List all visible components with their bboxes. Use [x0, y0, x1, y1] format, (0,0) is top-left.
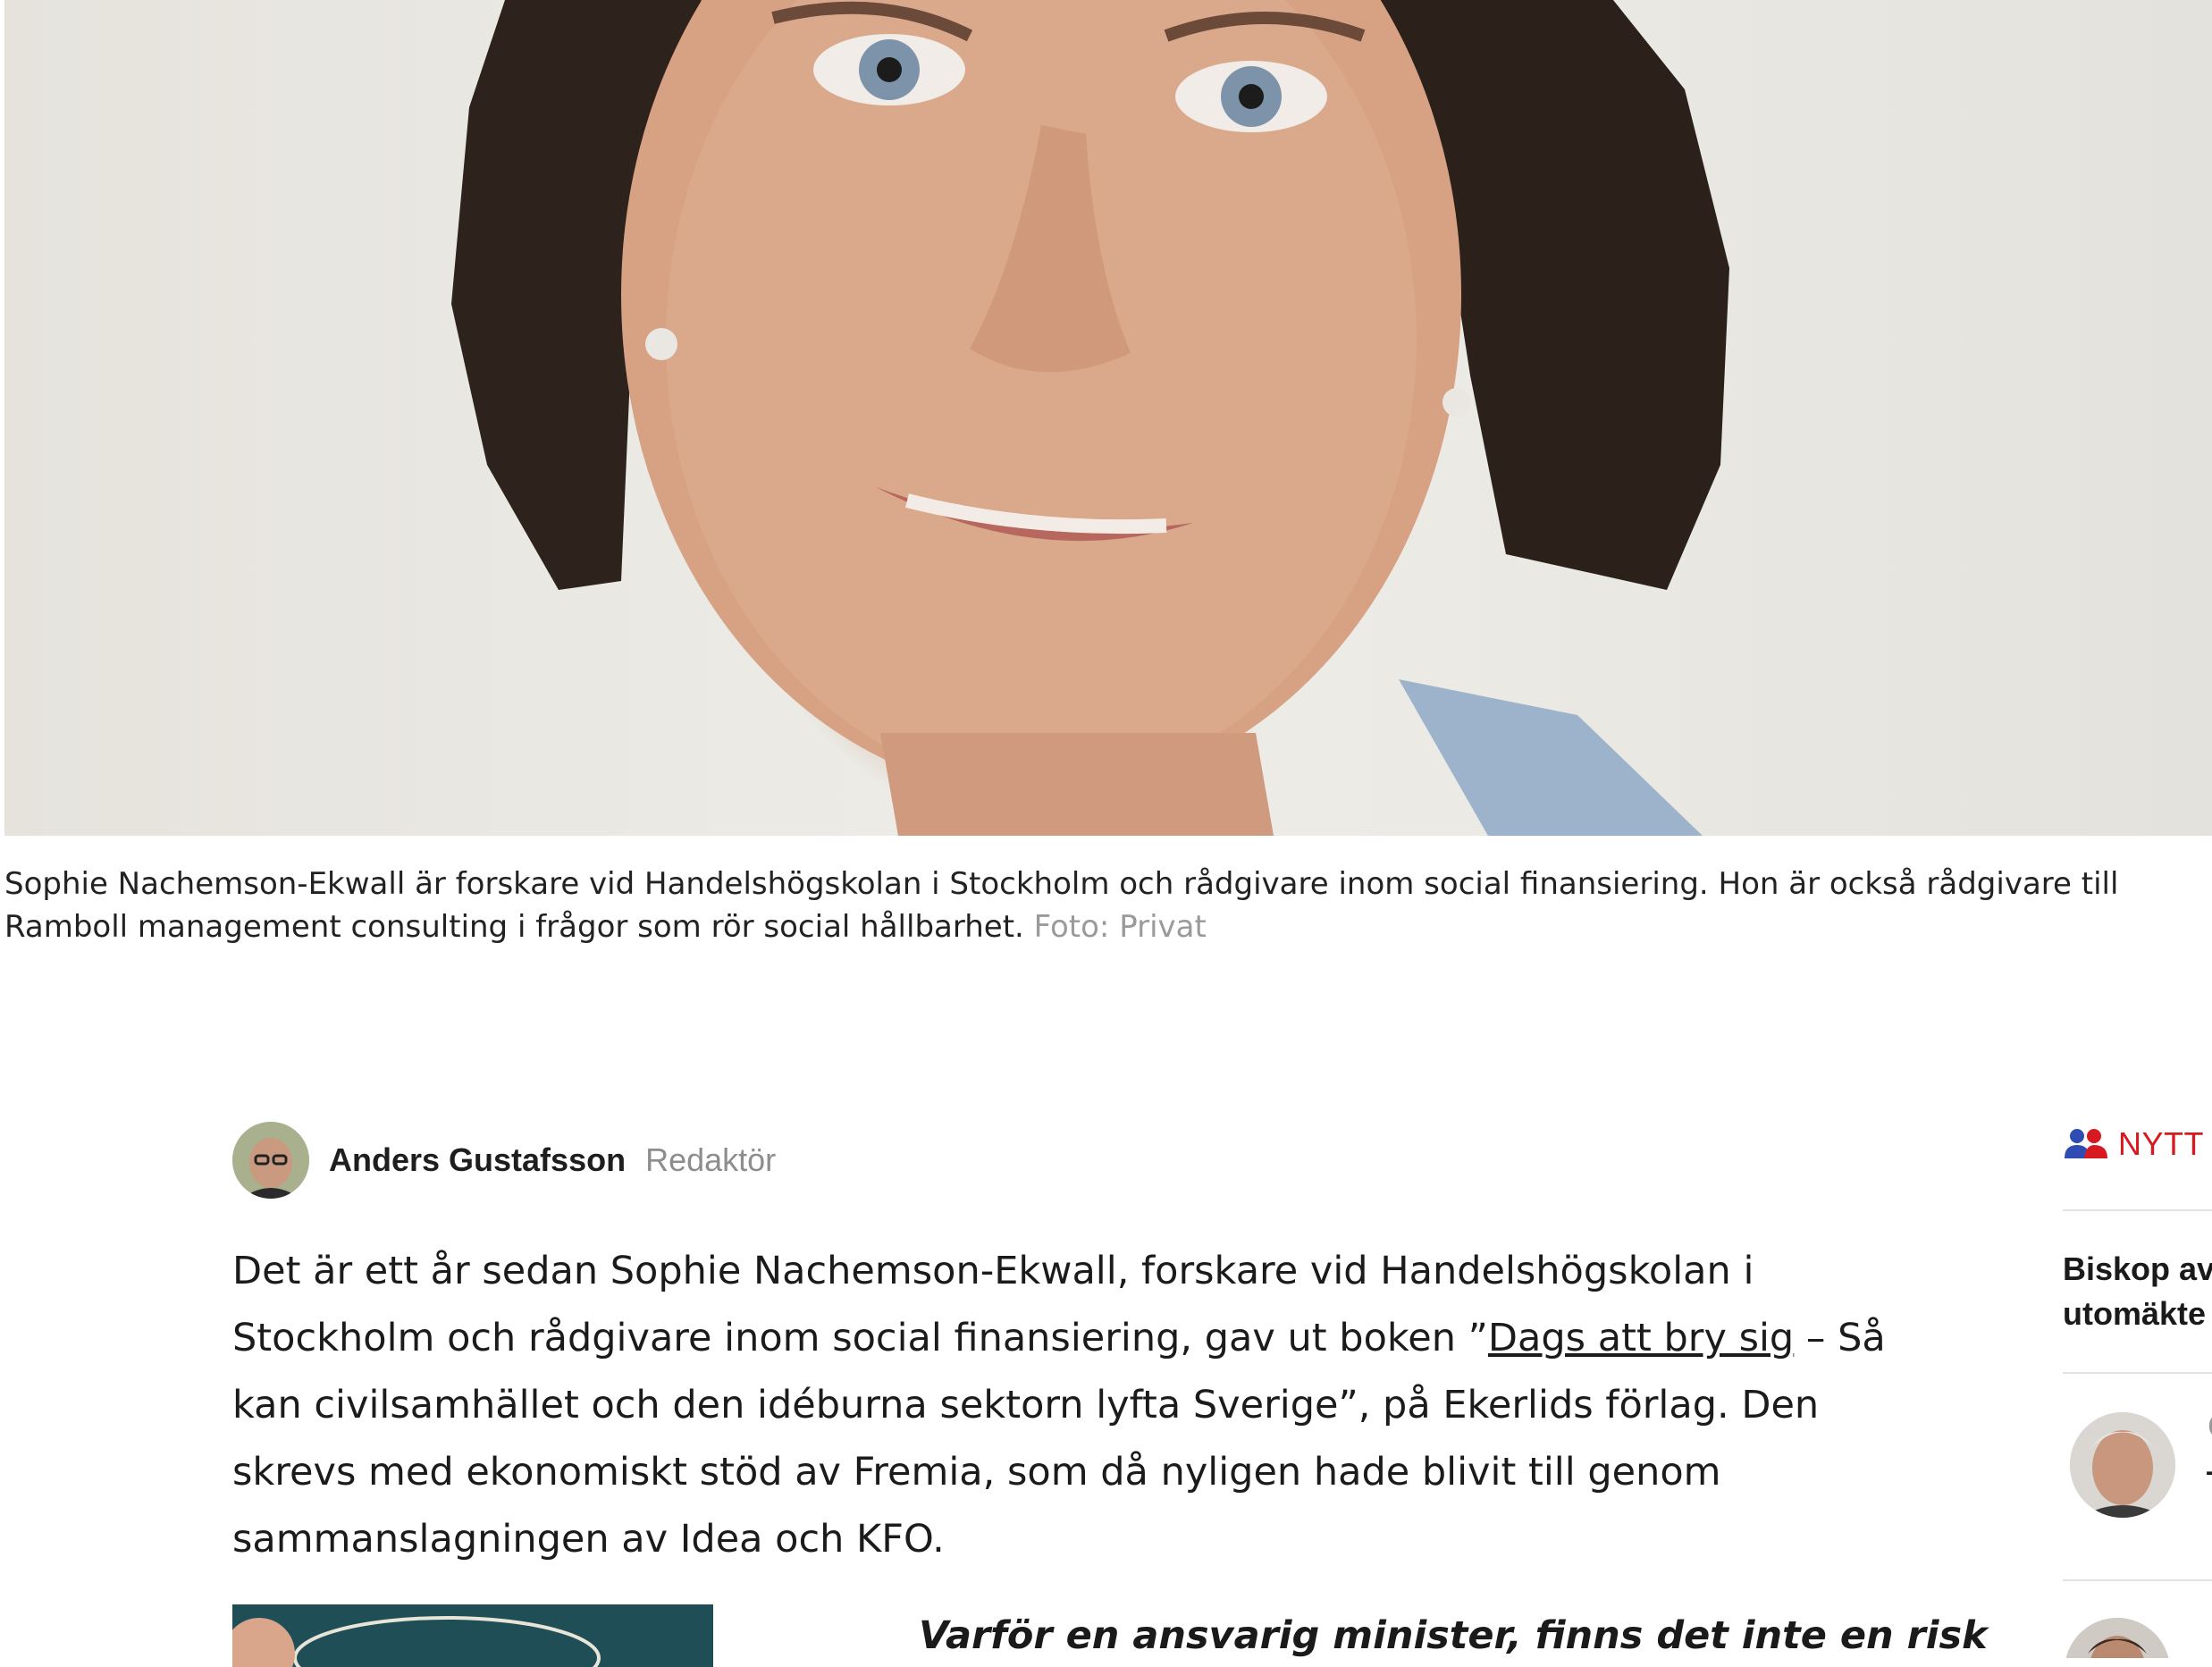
- hero-photo: [4, 0, 2212, 836]
- sidebar-headline-line1: Biskop av: [2063, 1250, 2212, 1287]
- sidebar-item-thumbnail-2[interactable]: [2065, 1618, 2170, 1658]
- avatar-image: [232, 1122, 309, 1199]
- sidebar-divider: [2063, 1372, 2212, 1374]
- sidebar-headline-line2: utomäkte: [2063, 1295, 2207, 1332]
- pull-quote: Varför en ansvarig minister, finns det i…: [919, 1613, 1988, 1658]
- portrait-illustration: [451, 0, 1729, 836]
- sidebar-header[interactable]: NYTT: [2063, 1122, 2204, 1166]
- photo-caption: Sophie Nachemson-Ekwall är forskare vid …: [4, 863, 2203, 948]
- author-avatar[interactable]: [232, 1122, 309, 1199]
- byline: Anders Gustafsson Redaktör: [232, 1122, 776, 1199]
- news-sidebar: NYTT Biskop av utomäkte C –: [2063, 1122, 2212, 1658]
- sidebar-divider: [2063, 1209, 2212, 1211]
- article-paragraph: Det är ett år sedan Sophie Nachemson-Ekw…: [232, 1238, 1913, 1573]
- sidebar-item-initial: C: [2208, 1408, 2212, 1445]
- person-photo: [2065, 1618, 2170, 1658]
- sidebar-divider: [2063, 1579, 2212, 1581]
- author-name[interactable]: Anders Gustafsson: [329, 1141, 626, 1179]
- book-link[interactable]: Dags att bry sig: [1488, 1316, 1794, 1360]
- photo-credit: Foto: Privat: [1033, 909, 1207, 945]
- sidebar-section-label: NYTT: [2118, 1125, 2204, 1162]
- sidebar-headline-link[interactable]: Biskop av utomäkte: [2063, 1247, 2212, 1336]
- author-role: Redaktör: [645, 1141, 777, 1178]
- sidebar-item-thumbnail[interactable]: [2070, 1412, 2175, 1518]
- person-photo: [2070, 1412, 2175, 1518]
- people-icon: [2065, 1129, 2107, 1158]
- sidebar-item-text[interactable]: –: [2206, 1452, 2212, 1490]
